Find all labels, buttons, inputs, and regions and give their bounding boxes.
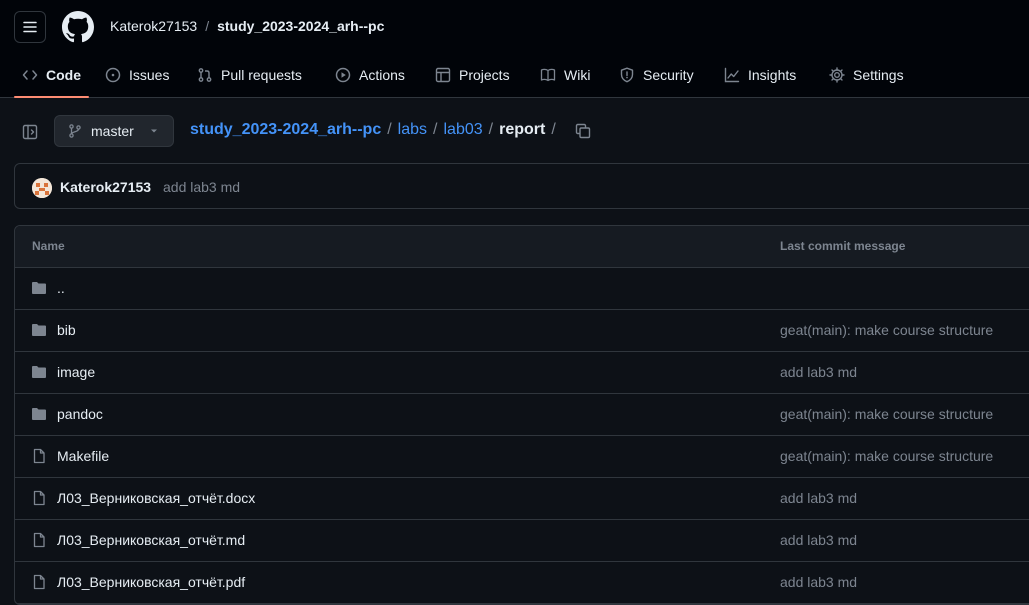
table-header: Name Last commit message bbox=[15, 226, 1029, 268]
repo-link[interactable]: study_2023-2024_arh--pc bbox=[217, 18, 384, 34]
file-name[interactable]: pandoc bbox=[57, 406, 103, 422]
tab-wiki[interactable]: Wiki bbox=[540, 52, 590, 98]
copy-path-button[interactable] bbox=[573, 121, 593, 141]
tab-actions[interactable]: Actions bbox=[335, 52, 405, 98]
commit-message[interactable]: add lab3 md bbox=[163, 179, 240, 195]
file-icon bbox=[33, 532, 45, 548]
table-row[interactable]: Л03_Верниковская_отчёт.pdf add lab3 md bbox=[15, 562, 1029, 604]
menu-button[interactable] bbox=[14, 11, 46, 43]
branch-icon bbox=[69, 124, 81, 138]
commit-message[interactable]: add lab3 md bbox=[780, 364, 857, 380]
file-path-breadcrumb: study_2023-2024_arh--pc / labs / lab03 /… bbox=[190, 121, 556, 139]
breadcrumb-separator: / bbox=[205, 18, 210, 34]
column-header-message: Last commit message bbox=[780, 239, 906, 253]
tab-label: Settings bbox=[853, 67, 904, 83]
tab-insights[interactable]: Insights bbox=[724, 52, 796, 98]
tab-label: Code bbox=[46, 67, 81, 83]
commit-message[interactable]: geat(main): make course structure bbox=[780, 406, 993, 422]
play-icon bbox=[335, 67, 351, 83]
table-icon bbox=[435, 67, 451, 83]
table-row[interactable]: Makefile geat(main): make course structu… bbox=[15, 436, 1029, 478]
file-name[interactable]: image bbox=[57, 364, 95, 380]
file-name[interactable]: bib bbox=[57, 322, 76, 338]
commit-message[interactable]: add lab3 md bbox=[780, 532, 857, 548]
latest-commit-box: Katerok27153 add lab3 md bbox=[14, 163, 1029, 209]
folder-icon bbox=[32, 366, 46, 378]
code-icon bbox=[22, 70, 38, 80]
github-logo-icon[interactable] bbox=[62, 11, 94, 43]
file-icon bbox=[33, 490, 45, 506]
avatar[interactable] bbox=[32, 178, 52, 198]
folder-icon bbox=[32, 324, 46, 336]
breadcrumb-labs[interactable]: labs bbox=[398, 121, 427, 139]
file-name[interactable]: Л03_Верниковская_отчёт.pdf bbox=[57, 574, 245, 590]
breadcrumb-lab03[interactable]: lab03 bbox=[443, 121, 482, 139]
book-icon bbox=[540, 68, 556, 82]
folder-icon bbox=[32, 282, 46, 294]
owner-link[interactable]: Katerok27153 bbox=[110, 18, 197, 34]
gear-icon bbox=[829, 67, 845, 83]
file-table: Name Last commit message .. bib geat(mai… bbox=[14, 225, 1029, 605]
sidebar-expand-icon bbox=[22, 124, 38, 140]
graph-icon bbox=[724, 67, 740, 83]
breadcrumb-repo-root[interactable]: study_2023-2024_arh--pc bbox=[190, 121, 381, 139]
tab-label: Actions bbox=[359, 67, 405, 83]
tab-projects[interactable]: Projects bbox=[435, 52, 510, 98]
tab-security[interactable]: Security bbox=[619, 52, 694, 98]
commit-message[interactable]: geat(main): make course structure bbox=[780, 448, 993, 464]
breadcrumb-separator: / bbox=[433, 121, 438, 138]
commit-author[interactable]: Katerok27153 bbox=[60, 179, 151, 195]
branch-selector[interactable]: master bbox=[54, 115, 174, 147]
table-row[interactable]: bib geat(main): make course structure bbox=[15, 310, 1029, 352]
breadcrumb-separator: / bbox=[488, 121, 494, 138]
chevron-down-icon bbox=[150, 129, 157, 133]
tab-issues[interactable]: Issues bbox=[105, 52, 169, 98]
file-tree-toggle-button[interactable] bbox=[18, 120, 42, 144]
table-row[interactable]: image add lab3 md bbox=[15, 352, 1029, 394]
file-icon bbox=[33, 448, 45, 464]
branch-name: master bbox=[91, 123, 134, 139]
tab-label: Insights bbox=[748, 67, 797, 83]
hamburger-icon bbox=[23, 21, 37, 33]
repo-breadcrumb: Katerok27153 / study_2023-2024_arh--pc bbox=[110, 18, 384, 34]
tab-label: Issues bbox=[129, 67, 170, 83]
table-row[interactable]: Л03_Верниковская_отчёт.md add lab3 md bbox=[15, 520, 1029, 562]
file-icon bbox=[33, 574, 45, 590]
tab-code[interactable]: Code bbox=[14, 52, 89, 98]
commit-message[interactable]: add lab3 md bbox=[780, 574, 857, 590]
copy-icon bbox=[575, 123, 591, 139]
breadcrumb-separator: / bbox=[387, 121, 392, 138]
table-row[interactable]: pandoc geat(main): make course structure bbox=[15, 394, 1029, 436]
table-row[interactable]: .. bbox=[15, 268, 1029, 310]
tab-label: Projects bbox=[459, 67, 510, 83]
table-row[interactable]: Л03_Верниковская_отчёт.docx add lab3 md bbox=[15, 478, 1029, 520]
tab-label: Wiki bbox=[564, 67, 591, 83]
tab-label: Pull requests bbox=[221, 67, 302, 83]
shield-icon bbox=[620, 67, 634, 83]
issue-icon bbox=[105, 67, 121, 83]
file-name[interactable]: Л03_Верниковская_отчёт.docx bbox=[57, 490, 255, 506]
pull-request-icon bbox=[198, 68, 212, 82]
top-header: Katerok27153 / study_2023-2024_arh--pc C… bbox=[0, 0, 1029, 98]
repo-tabs: Code Issues Pull requests Actions Projec… bbox=[0, 52, 1029, 98]
tab-settings[interactable]: Settings bbox=[829, 52, 904, 98]
breadcrumb-current: report bbox=[499, 121, 546, 138]
column-header-name: Name bbox=[32, 239, 65, 253]
tab-pull-requests[interactable]: Pull requests bbox=[197, 52, 302, 98]
breadcrumb-separator: / bbox=[551, 121, 556, 138]
tab-label: Security bbox=[643, 67, 694, 83]
file-name[interactable]: Л03_Верниковская_отчёт.md bbox=[57, 532, 245, 548]
commit-message[interactable]: add lab3 md bbox=[780, 490, 857, 506]
folder-icon bbox=[32, 408, 46, 420]
file-name[interactable]: .. bbox=[57, 280, 65, 296]
file-name[interactable]: Makefile bbox=[57, 448, 109, 464]
commit-message[interactable]: geat(main): make course structure bbox=[780, 322, 993, 338]
